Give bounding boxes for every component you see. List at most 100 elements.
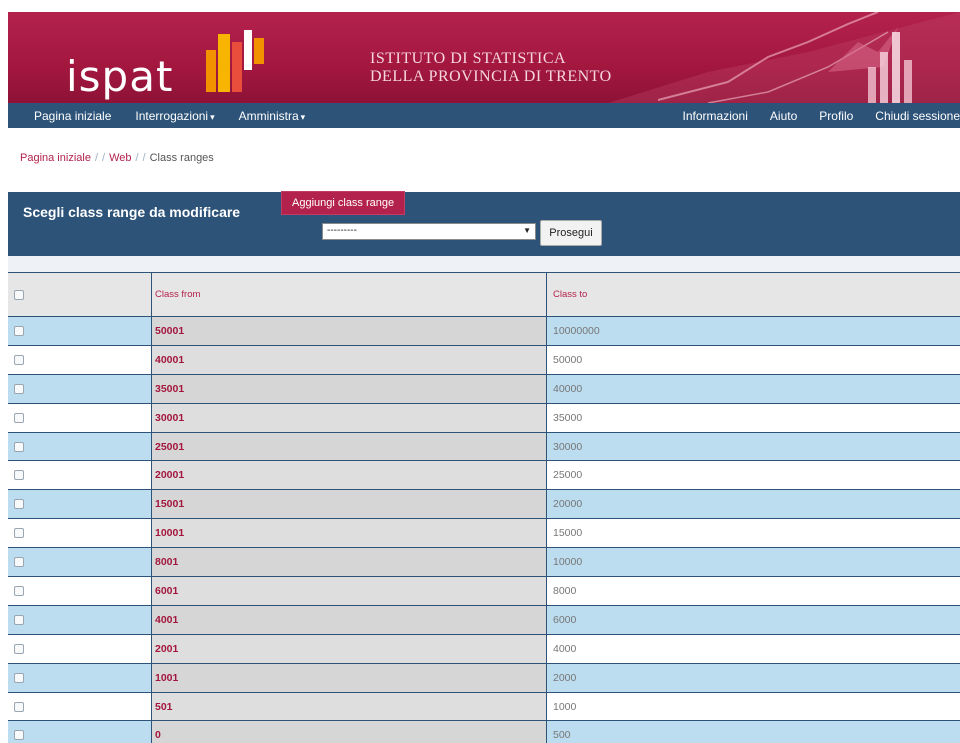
- table-row: 40001 50000: [8, 345, 960, 375]
- class-from-link[interactable]: 20001: [155, 469, 184, 481]
- breadcrumb-separator: /: [135, 152, 139, 164]
- row-checkbox-cell: [8, 635, 151, 663]
- row-checkbox[interactable]: [14, 643, 24, 654]
- class-to-value: 4000: [553, 642, 577, 655]
- breadcrumb-separator: /: [94, 152, 98, 164]
- row-checkbox[interactable]: [14, 383, 24, 394]
- class-from-link[interactable]: 1001: [155, 672, 178, 684]
- class-to-value: 2000: [553, 671, 577, 684]
- row-checkbox[interactable]: [14, 672, 24, 683]
- class-to-cell: 1000: [546, 692, 960, 721]
- nav-home[interactable]: Pagina iniziale: [34, 109, 111, 123]
- class-to-cell: 10000: [546, 548, 960, 577]
- row-checkbox-cell: [8, 693, 151, 721]
- table-row: 8001 10000: [8, 548, 960, 578]
- class-from-link[interactable]: 40001: [155, 354, 184, 366]
- class-to-cell: 15000: [546, 519, 960, 548]
- row-checkbox[interactable]: [14, 614, 24, 625]
- row-checkbox-cell: [8, 346, 151, 374]
- class-from-cell: 35001: [151, 374, 546, 403]
- table-row: 10001 15000: [8, 519, 960, 549]
- row-checkbox-cell: [8, 404, 151, 432]
- row-checkbox[interactable]: [14, 557, 24, 568]
- panel-title: Scegli class range da modificare: [23, 204, 241, 220]
- table-row: 0 500: [8, 721, 960, 743]
- table-row: 50001 10000000: [8, 317, 960, 346]
- table-body: 50001 10000000 40001 50000 35001 40000 30001 35…: [8, 317, 960, 743]
- row-checkbox[interactable]: [14, 730, 24, 741]
- class-from-link[interactable]: 30001: [155, 412, 184, 424]
- class-to-cell: 2000: [546, 663, 960, 692]
- class-ranges-table: Class from Class to 50001 10000000 40001 50…: [8, 272, 960, 743]
- class-to-value: 20000: [553, 498, 583, 511]
- class-to-cell: 30000: [546, 432, 960, 461]
- class-from-link[interactable]: 35001: [155, 383, 184, 395]
- breadcrumb-home[interactable]: Pagina iniziale: [20, 152, 91, 164]
- row-checkbox-cell: [8, 721, 151, 743]
- class-from-cell: 1001: [151, 663, 546, 692]
- table-row: 501 1000: [8, 692, 960, 722]
- table-row: 4001 6000: [8, 605, 960, 635]
- row-checkbox-cell: [8, 664, 151, 692]
- row-checkbox-cell: [8, 577, 151, 605]
- class-from-link[interactable]: 6001: [155, 585, 178, 597]
- class-from-cell: 0: [151, 721, 546, 743]
- class-from-link[interactable]: 10001: [155, 527, 184, 539]
- row-checkbox[interactable]: [14, 585, 24, 596]
- header-class-to[interactable]: Class to: [546, 273, 960, 316]
- select-all-checkbox[interactable]: [14, 289, 24, 300]
- add-class-range-button[interactable]: Aggiungi class range: [281, 191, 406, 215]
- class-from-cell: 20001: [151, 461, 546, 490]
- class-from-link[interactable]: 4001: [155, 614, 178, 626]
- class-to-value: 10000: [553, 556, 583, 569]
- spacer: [8, 256, 960, 272]
- class-from-cell: 30001: [151, 403, 546, 432]
- class-from-link[interactable]: 2001: [155, 643, 178, 655]
- class-from-link[interactable]: 25001: [155, 441, 184, 453]
- nav-help[interactable]: Aiuto: [770, 109, 797, 123]
- row-checkbox[interactable]: [14, 470, 24, 481]
- row-checkbox[interactable]: [14, 441, 24, 452]
- logo-text: ispat: [66, 52, 174, 101]
- proceed-button[interactable]: Prosegui: [540, 220, 602, 246]
- logo-mark-icon: [206, 30, 264, 92]
- class-from-cell: 15001: [151, 490, 546, 519]
- row-checkbox[interactable]: [14, 354, 24, 365]
- class-to-cell: 10000000: [546, 317, 960, 345]
- row-checkbox[interactable]: [14, 528, 24, 539]
- select-arrow-icon: ▼: [523, 226, 531, 235]
- row-checkbox-cell: [8, 375, 151, 403]
- class-from-link[interactable]: 501: [155, 701, 173, 713]
- class-from-link[interactable]: 8001: [155, 556, 178, 568]
- nav-admin-dropdown[interactable]: Amministra ▾: [239, 109, 306, 123]
- breadcrumb-web[interactable]: Web: [109, 152, 131, 164]
- row-checkbox[interactable]: [14, 499, 24, 510]
- header-class-from[interactable]: Class from: [151, 273, 546, 316]
- nav-profile[interactable]: Profilo: [819, 109, 853, 123]
- class-from-link[interactable]: 0: [155, 729, 161, 741]
- class-to-value: 50000: [553, 353, 583, 366]
- class-from-link[interactable]: 50001: [155, 325, 184, 337]
- row-checkbox-cell: [8, 461, 151, 489]
- table-header: Class from Class to: [8, 273, 960, 317]
- class-to-value: 15000: [553, 527, 583, 540]
- class-from-link[interactable]: 15001: [155, 498, 184, 510]
- class-from-cell: 8001: [151, 548, 546, 577]
- row-checkbox[interactable]: [14, 325, 24, 336]
- table-row: 30001 35000: [8, 403, 960, 433]
- class-from-cell: 4001: [151, 605, 546, 634]
- row-checkbox-cell: [8, 519, 151, 547]
- breadcrumb-current: Class ranges: [149, 152, 214, 164]
- row-checkbox-cell: [8, 606, 151, 634]
- header-banner: ispat ISTITUTO DI STATISTICA DELLA PROVI…: [8, 12, 960, 103]
- nav-logout[interactable]: Chiudi sessione: [875, 109, 960, 123]
- class-from-cell: 10001: [151, 519, 546, 548]
- row-checkbox[interactable]: [14, 701, 24, 712]
- row-checkbox[interactable]: [14, 412, 24, 423]
- table-row: 35001 40000: [8, 374, 960, 404]
- nav-queries-dropdown[interactable]: Interrogazioni ▾: [135, 109, 214, 123]
- class-range-select[interactable]: --------- ▼: [322, 223, 536, 240]
- nav-info[interactable]: Informazioni: [683, 109, 748, 123]
- table-row: 20001 25000: [8, 461, 960, 491]
- nav-right: Informazioni Aiuto Profilo Chiudi sessio…: [683, 103, 960, 128]
